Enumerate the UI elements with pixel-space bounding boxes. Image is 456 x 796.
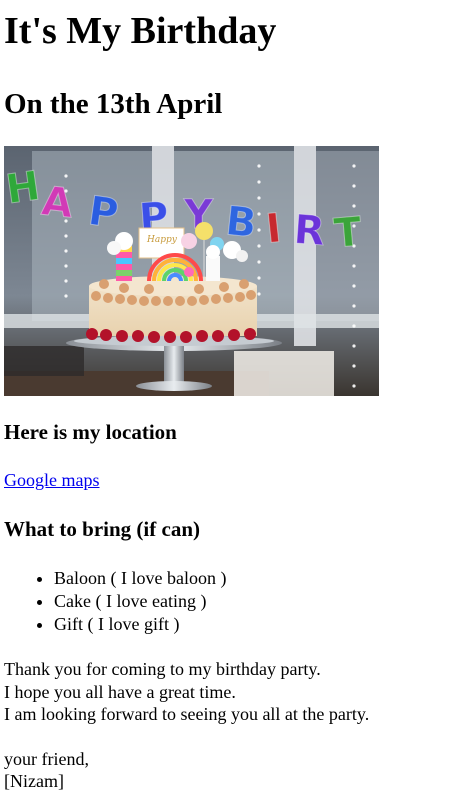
bring-heading: What to bring (if can) [4, 517, 200, 541]
svg-text:T: T [332, 209, 364, 257]
google-maps-link[interactable]: Google maps [4, 469, 99, 491]
signature: [Nizam] [4, 771, 64, 791]
page-content: It's My Birthday On the 13th April H A P… [0, 9, 456, 793]
list-item: Baloon ( I love baloon ) [54, 567, 452, 590]
svg-text:A: A [39, 178, 75, 227]
birthday-cake-image: H A P P Y B I R T Happy [4, 146, 379, 396]
closing-text: your friend, [4, 748, 89, 769]
list-item: Gift ( I love gift ) [54, 613, 452, 636]
cake-topper-text: Happy [146, 235, 178, 245]
bring-list: Baloon ( I love baloon ) Cake ( I love e… [4, 567, 452, 636]
page-title: It's My Birthday [4, 10, 277, 52]
location-heading: Here is my location [4, 420, 177, 444]
list-item: Cake ( I love eating ) [54, 590, 452, 613]
thank-you-line: I hope you all have a great time. [4, 681, 236, 702]
date-subtitle: On the 13th April [4, 88, 223, 120]
svg-text:B: B [223, 198, 258, 247]
svg-text:R: R [292, 207, 326, 255]
thank-you-message: Thank you for coming to my birthday part… [4, 658, 452, 726]
svg-text:H: H [4, 163, 43, 213]
thank-you-line: Thank you for coming to my birthday part… [4, 659, 321, 679]
thank-you-line: I am looking forward to seeing you all a… [4, 704, 370, 724]
signoff: your friend, [Nizam] [4, 748, 452, 793]
